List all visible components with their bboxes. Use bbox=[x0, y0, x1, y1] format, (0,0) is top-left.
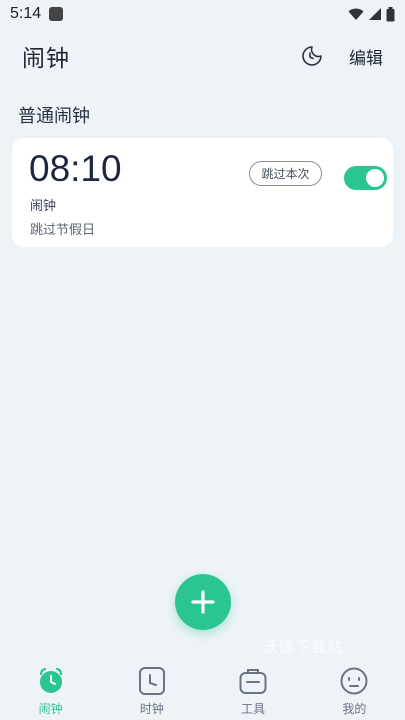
nav-label: 我的 bbox=[342, 702, 367, 716]
alarm-name: 闹钟 bbox=[30, 199, 57, 214]
moon-clock-button[interactable] bbox=[299, 43, 325, 69]
alarm-card[interactable]: 08:10 闹钟 跳过节假日 跳过本次 bbox=[12, 138, 393, 247]
alarm-time: 08:10 bbox=[29, 148, 122, 189]
profile-face-icon bbox=[339, 666, 369, 696]
header-actions: 编辑 bbox=[299, 43, 383, 69]
add-alarm-button[interactable] bbox=[175, 574, 231, 630]
status-icons bbox=[348, 6, 395, 22]
section-title: 普通闹钟 bbox=[18, 106, 90, 127]
page-title: 闹钟 bbox=[22, 46, 70, 72]
nav-item-profile[interactable]: 我的 bbox=[304, 660, 405, 720]
status-bar: 5:14 bbox=[0, 0, 405, 28]
watermark-text: 沃德下载站 bbox=[263, 638, 344, 656]
battery-icon bbox=[386, 6, 395, 21]
alarm-clock-icon bbox=[36, 666, 66, 696]
app-header: 闹钟 编辑 bbox=[0, 36, 405, 76]
toolbox-icon bbox=[238, 666, 268, 696]
edit-button[interactable]: 编辑 bbox=[349, 44, 383, 69]
moon-clock-icon bbox=[302, 46, 322, 66]
bottom-nav: 闹钟 时钟 工具 我的 bbox=[0, 660, 405, 720]
alarm-toggle[interactable] bbox=[344, 166, 387, 190]
nav-item-alarm[interactable]: 闹钟 bbox=[0, 660, 101, 720]
nav-item-tools[interactable]: 工具 bbox=[203, 660, 304, 720]
nav-label: 工具 bbox=[241, 702, 266, 716]
status-time: 5:14 bbox=[10, 5, 42, 22]
alarm-repeat-rule: 跳过节假日 bbox=[30, 223, 96, 238]
skip-once-button[interactable]: 跳过本次 bbox=[249, 161, 322, 186]
clock-icon bbox=[137, 666, 167, 696]
nav-label: 闹钟 bbox=[38, 702, 63, 716]
notification-app-icon bbox=[49, 7, 64, 21]
nav-item-clock[interactable]: 时钟 bbox=[101, 660, 202, 720]
toggle-knob bbox=[366, 169, 384, 187]
plus-icon bbox=[191, 590, 215, 614]
nav-label: 时钟 bbox=[139, 702, 164, 716]
signal-icon bbox=[369, 8, 381, 20]
wifi-icon bbox=[348, 8, 364, 20]
